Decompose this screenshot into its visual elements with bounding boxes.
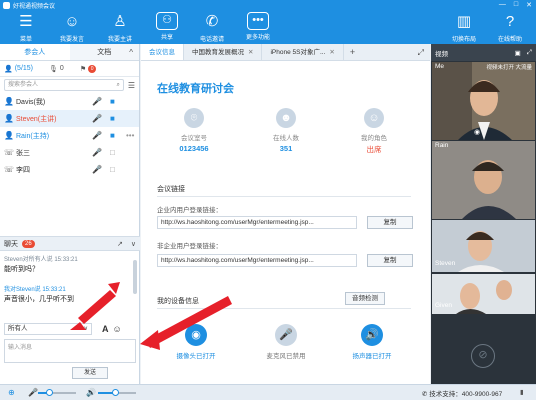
red-arrow-up [78,290,116,324]
annotation-arrows [70,282,232,350]
red-arrow-down-tip [140,330,160,350]
